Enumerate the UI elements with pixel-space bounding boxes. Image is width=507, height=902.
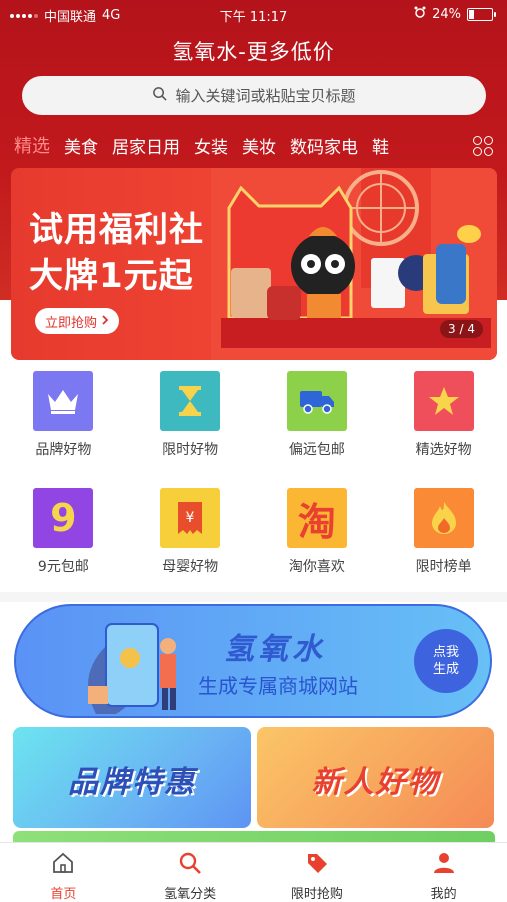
shortcut-label: 偏远包邮 — [288, 442, 345, 458]
category-tab[interactable]: 鞋 — [372, 133, 389, 158]
battery-percent: 24% — [432, 6, 461, 22]
shortcut-hourglass[interactable]: 限时好物 — [127, 364, 254, 481]
status-bar: 中国联通 4G 下午 11:17 24% — [0, 0, 507, 28]
crown-icon — [33, 371, 94, 431]
search-icon — [178, 851, 202, 879]
category-tabs: 精选 美食 居家日用 女装 美妆 数码家电鞋 — [0, 128, 507, 162]
tag-icon — [305, 851, 329, 879]
shortcut-glyph: 9 — [50, 496, 77, 540]
category-tab[interactable]: 美食 — [64, 133, 98, 158]
chevron-right-icon — [101, 314, 109, 329]
search-placeholder: 输入关键词或粘贴宝贝标题 — [175, 87, 356, 105]
tab-label: 首页 — [50, 887, 77, 902]
tab-user[interactable]: 我的 — [380, 843, 507, 902]
tab-tag[interactable]: 限时抢购 — [254, 843, 381, 902]
shortcut-tao[interactable]: 淘淘你喜欢 — [254, 481, 381, 598]
category-tab[interactable]: 女装 — [194, 133, 228, 158]
app-title: 氢氧水-更多低价 — [172, 40, 335, 64]
shortcut-label: 限时好物 — [162, 442, 219, 458]
shortcut-label: 精选好物 — [415, 442, 472, 458]
generate-button-line1: 点我 — [432, 645, 459, 660]
generate-button[interactable]: 点我 生成 — [414, 629, 478, 693]
category-tab[interactable]: 美妆 — [242, 133, 276, 158]
brand-deals-card[interactable]: 品牌特惠 — [13, 727, 251, 828]
user-icon — [432, 851, 456, 879]
grid-dots-icon[interactable] — [473, 136, 493, 156]
svg-text:¥: ¥ — [186, 510, 195, 526]
yen-coupon-icon: ¥ — [160, 488, 221, 548]
shortcut-nine[interactable]: 9 9元包邮 — [0, 481, 127, 598]
promo-pill[interactable]: 氢氧水 生成专属商城网站 点我 生成 — [14, 604, 492, 718]
promo-banner[interactable]: 试用福利社 大牌1元起 立即抢购 3 / 4 — [11, 168, 497, 360]
shortcut-label: 限时榜单 — [415, 559, 472, 575]
battery-icon — [467, 7, 496, 21]
home-icon — [51, 851, 75, 879]
brand-deals-title: 品牌特惠 — [68, 765, 196, 800]
tao-icon: 淘 — [286, 488, 347, 548]
promo-subtitle: 生成专属商城网站 — [198, 674, 358, 698]
hourglass-icon — [160, 371, 221, 431]
shortcut-label: 品牌好物 — [35, 442, 92, 458]
shortcut-yen-coupon[interactable]: ¥ 母婴好物 — [127, 481, 254, 598]
nine-icon: 9 — [33, 488, 94, 548]
shortcut-grid: 品牌好物 限时好物 偏远包邮 精选好物 9 9元包邮 ¥ 母婴好物淘淘你喜欢 限时榜单 — [0, 364, 507, 598]
category-tab[interactable]: 数码家电 — [290, 133, 358, 158]
bottom-tab-bar: 首页 氢氧分类 限时抢购 我的 — [0, 842, 507, 902]
battery-fill — [469, 9, 475, 19]
newbie-goods-card[interactable]: 新人好物 — [257, 727, 494, 828]
tab-label: 我的 — [430, 887, 457, 902]
shortcut-label: 母婴好物 — [162, 559, 219, 575]
promo-title: 氢氧水 — [224, 632, 326, 667]
banner-cta-label: 立即抢购 — [45, 315, 98, 331]
divider — [0, 592, 507, 602]
shortcut-crown[interactable]: 品牌好物 — [0, 364, 127, 481]
banner-title-line1: 试用福利社 — [29, 210, 204, 250]
flame-icon — [413, 488, 474, 548]
star-icon — [413, 371, 474, 431]
banner-cta-button[interactable]: 立即抢购 — [35, 308, 120, 334]
shortcut-label: 9元包邮 — [37, 559, 89, 575]
shortcut-truck[interactable]: 偏远包邮 — [254, 364, 381, 481]
shortcut-glyph: 淘 — [297, 499, 336, 544]
category-tab[interactable]: 居家日用 — [112, 133, 180, 158]
tab-label: 氢氧分类 — [164, 887, 217, 902]
promo-illustration — [88, 623, 176, 714]
search-input[interactable]: 输入关键词或粘贴宝贝标题 — [22, 76, 486, 115]
shortcut-label: 淘你喜欢 — [288, 559, 345, 575]
shortcut-star[interactable]: 精选好物 — [380, 364, 507, 481]
alarm-icon — [414, 6, 426, 22]
generate-button-line2: 生成 — [432, 662, 459, 677]
banner-title-line2: 大牌1元起 — [29, 256, 194, 296]
tab-label: 限时抢购 — [290, 887, 343, 902]
banner-pagination: 3 / 4 — [440, 320, 483, 338]
shortcut-flame[interactable]: 限时榜单 — [380, 481, 507, 598]
tab-search[interactable]: 氢氧分类 — [127, 843, 254, 902]
truck-icon — [286, 371, 347, 431]
newbie-goods-title: 新人好物 — [311, 765, 440, 800]
tab-home[interactable]: 首页 — [0, 843, 127, 902]
category-tab[interactable]: 精选 — [14, 132, 50, 158]
search-icon — [152, 86, 168, 105]
